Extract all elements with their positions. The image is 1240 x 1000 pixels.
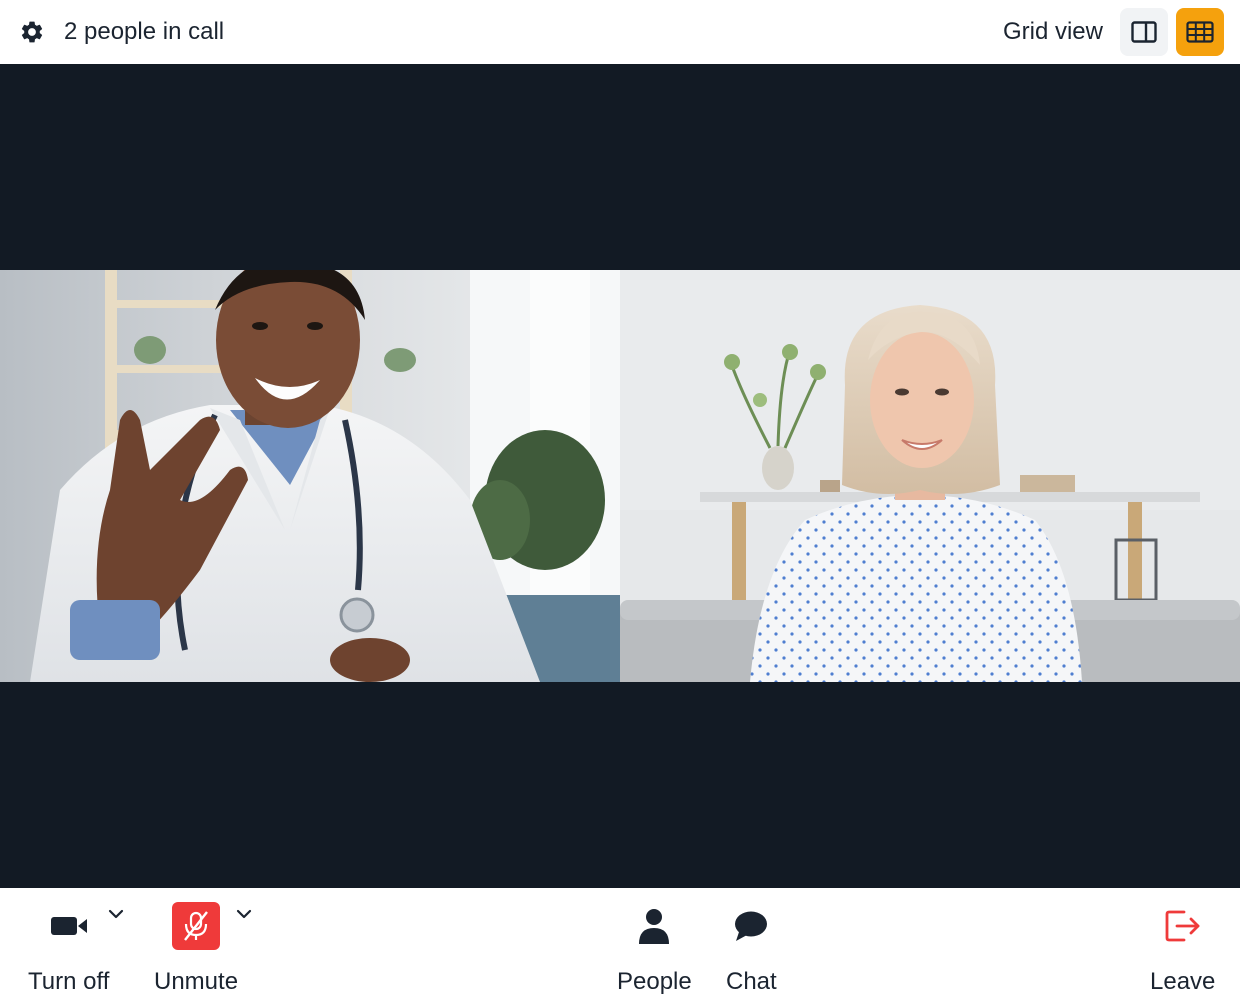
mic-options-dropdown[interactable] xyxy=(234,904,254,924)
mic-toggle-label: Unmute xyxy=(154,968,239,995)
view-mode-label: Grid view xyxy=(1002,18,1103,45)
sidebar-layout-icon xyxy=(1131,21,1157,43)
call-controls-bar: Turn off Unmute People Chat Leave xyxy=(0,888,1240,1000)
person-icon xyxy=(639,909,670,944)
gear-icon xyxy=(21,21,43,43)
leave-call-button[interactable]: Leave xyxy=(1150,902,1215,996)
chat-button[interactable]: Chat xyxy=(726,902,777,996)
participant-video-1[interactable] xyxy=(0,270,620,682)
video-camera-icon xyxy=(50,917,87,935)
chat-bubble-icon xyxy=(735,911,768,941)
video-stage xyxy=(0,64,1240,888)
grid-view-button[interactable] xyxy=(1176,8,1224,56)
settings-button[interactable] xyxy=(16,16,48,48)
leave-icon-wrap xyxy=(1159,902,1207,950)
participant-count: 2 people in call xyxy=(64,18,225,45)
chevron-down-icon xyxy=(108,909,124,919)
camera-toggle-label: Turn off xyxy=(28,968,110,995)
chat-label: Chat xyxy=(726,968,777,995)
mic-toggle-button[interactable]: Unmute xyxy=(154,902,238,996)
top-bar: 2 people in call Grid view xyxy=(0,0,1240,64)
mic-icon-wrap xyxy=(172,902,221,950)
camera-toggle-button[interactable]: Turn off xyxy=(28,902,109,996)
leave-icon xyxy=(1165,910,1200,942)
chevron-down-icon xyxy=(236,909,252,919)
camera-icon-wrap xyxy=(45,902,93,950)
people-icon-wrap xyxy=(630,902,678,950)
leave-label: Leave xyxy=(1150,968,1216,995)
grid-layout-icon xyxy=(1186,21,1214,43)
participant-2-video-feed xyxy=(620,270,1240,682)
people-label: People xyxy=(617,968,692,995)
chat-icon-wrap xyxy=(727,902,775,950)
participant-video-2[interactable] xyxy=(620,270,1240,682)
camera-options-dropdown[interactable] xyxy=(106,904,126,924)
mic-off-icon xyxy=(184,911,208,941)
participant-1-video-feed xyxy=(0,270,620,682)
sidebar-view-button[interactable] xyxy=(1120,8,1168,56)
people-button[interactable]: People xyxy=(617,902,692,996)
